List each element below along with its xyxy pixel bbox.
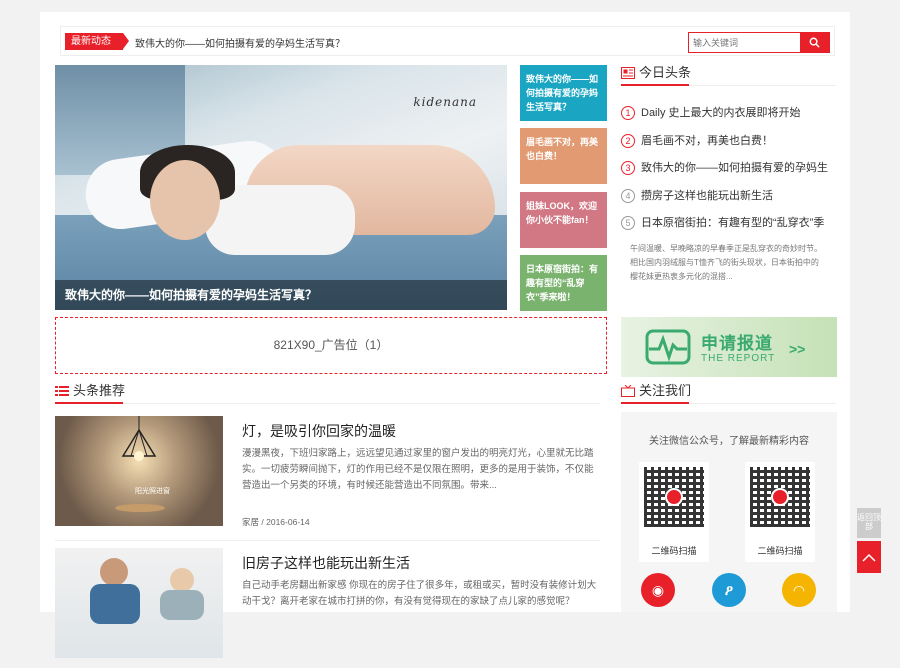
list-item[interactable]: 3 致伟大的你——如何拍摄有爱的孕妈生 xyxy=(621,160,836,188)
hero-figure-face xyxy=(150,160,220,240)
list-item-label: 眉毛画不对，再美也白费！ xyxy=(641,134,773,147)
hero-caption[interactable]: 致伟大的你——如何拍摄有爱的孕妈生活写真？ xyxy=(55,280,507,310)
article-excerpt: 自己动手老房翻出新家感 你现在的房子住了很多年，或租或买，暂时没有装修计划大动干… xyxy=(242,580,597,607)
report-subtitle: THE REPORT xyxy=(701,353,776,364)
hot-news-list: 1 Daily 史上最大的内衣展即将开始 2 眉毛画不对，再美也白费！ 3 致伟大的你… xyxy=(621,105,836,243)
search-button[interactable] xyxy=(800,33,829,52)
article-meta: 家居 / 2016-06-14 xyxy=(242,516,310,528)
latest-news-link[interactable]: 致伟大的你——如何拍摄有爱的孕妈生活写真？ xyxy=(135,35,345,50)
qr-logo-icon xyxy=(771,488,789,506)
hot-news-underline xyxy=(621,84,689,86)
article-card[interactable]: 旧房子这样也能玩出新生活 自己动手老房翻出新家感 你现在的房子住了很多年，或租或… xyxy=(55,548,600,668)
hero-slide[interactable]: kidenana 致伟大的你——如何拍摄有爱的孕妈生活写真？ xyxy=(55,65,507,310)
list-item-label: 攒房子这样也能玩出新生活 xyxy=(641,189,773,202)
report-arrow: >> xyxy=(789,341,806,357)
thumbnail-table xyxy=(115,504,165,512)
list-item[interactable]: 5 日本原宿街拍：有趣有型的“乱穿衣”季 xyxy=(621,215,836,243)
article-divider xyxy=(55,540,600,541)
tile-1[interactable]: 致伟大的你——如何拍摄有爱的孕妈生活写真？ xyxy=(520,65,607,121)
list-item-label: 致伟大的你——如何拍摄有爱的孕妈生 xyxy=(641,162,828,174)
recommend-title: 头条推荐 xyxy=(73,383,126,398)
tencent-weibo-icon[interactable]: ዖ xyxy=(712,573,746,607)
back-to-top-button[interactable] xyxy=(857,541,881,573)
page-container: 最新动态 致伟大的你——如何拍摄有爱的孕妈生活写真？ kidenana 致伟大的… xyxy=(40,12,850,658)
qr-caption: 二维码扫描 xyxy=(757,546,803,556)
hero-signature: kidenana xyxy=(413,95,477,109)
hot-news-title: 今日头条 xyxy=(639,65,692,80)
list-item-label: 日本原宿街拍：有趣有型的“乱穿衣”季 xyxy=(641,217,825,229)
chevron-up-icon xyxy=(862,553,876,562)
article-title[interactable]: 灯，是吸引你回家的温暖 xyxy=(242,421,396,441)
article-title[interactable]: 旧房子这样也能玩出新生活 xyxy=(242,553,410,573)
tile-2[interactable]: 眉毛画不对，再美也白费！ xyxy=(520,128,607,184)
article-thumbnail[interactable] xyxy=(55,548,223,658)
search-input[interactable] xyxy=(689,33,800,52)
thumbnail-person-head-2 xyxy=(170,568,194,592)
tile-4[interactable]: 日本原宿街拍：有趣有型的“乱穿衣”季来啦！ xyxy=(520,255,607,311)
news-bar: 最新动态 致伟大的你——如何拍摄有爱的孕妈生活写真？ xyxy=(60,26,835,56)
thumbnail-person-head xyxy=(100,558,128,586)
search-box xyxy=(688,32,830,53)
list-item-label: Daily 史上最大的内衣展即将开始 xyxy=(641,107,801,119)
recommend-header: 头条推荐 xyxy=(55,382,600,404)
list-item[interactable]: 2 眉毛画不对，再美也白费！ xyxy=(621,133,836,161)
weibo-icon[interactable]: ◉ xyxy=(641,573,675,607)
qr-logo-icon xyxy=(665,488,683,506)
follow-title: 关注我们 xyxy=(639,383,692,398)
rank-number: 2 xyxy=(621,133,635,148)
qr-code-2[interactable]: 二维码扫描 xyxy=(745,462,815,562)
tile-3[interactable]: 姐妹LOOK，欢迎你小伙不能fan！ xyxy=(520,192,607,248)
rank-number: 1 xyxy=(621,106,635,120)
hot-news-header: 今日头条 xyxy=(621,64,836,86)
article-category[interactable]: 家居 xyxy=(242,517,259,527)
search-icon xyxy=(809,37,820,48)
article-thumbnail[interactable]: 阳光照进窗 xyxy=(55,416,223,526)
thumbnail-person-body xyxy=(90,584,140,624)
recommend-underline xyxy=(55,402,123,404)
hot-news-summary: 午间温暖、早晚略凉的早春季正是乱穿衣的奇妙时节。相比国内羽绒服与T恤齐飞的街头现… xyxy=(630,244,822,281)
report-banner[interactable]: 申请报道 THE REPORT >> xyxy=(621,317,837,377)
follow-panel: 关注微信公众号，了解最新精彩内容 二维码扫描 二维码扫描 ◉ ዖ ◠ xyxy=(621,412,837,612)
qr-code-1[interactable]: 二维码扫描 xyxy=(639,462,709,562)
lamp-icon xyxy=(121,416,157,461)
rank-number: 3 xyxy=(621,161,635,175)
latest-news-tag: 最新动态 xyxy=(65,33,129,50)
article-excerpt: 漫漫黑夜，下班归家路上，远远望见通过家里的窗户发出的明亮灯光，心里就无比踏实。一… xyxy=(242,448,594,491)
rank-number: 4 xyxy=(621,188,635,203)
list-item[interactable]: 4 攒房子这样也能玩出新生活 xyxy=(621,188,836,216)
report-title: 申请报道 xyxy=(701,334,773,353)
float-side-button[interactable]: 返回顶部 xyxy=(857,508,881,538)
rss-icon[interactable]: ◠ xyxy=(782,573,816,607)
article-date: 2016-06-14 xyxy=(266,517,310,527)
ad-slot[interactable]: 821X90_广告位（1） xyxy=(55,317,607,374)
thumbnail-person-body-2 xyxy=(160,590,204,620)
rank-number: 5 xyxy=(621,216,635,230)
article-card[interactable]: 阳光照进窗 灯，是吸引你回家的温暖 漫漫黑夜，下班归家路上，远远望见通过家里的窗… xyxy=(55,416,600,536)
report-pulse-icon xyxy=(645,329,691,365)
follow-text: 关注微信公众号，了解最新精彩内容 xyxy=(649,436,809,447)
list-item[interactable]: 1 Daily 史上最大的内衣展即将开始 xyxy=(621,105,836,133)
qr-caption: 二维码扫描 xyxy=(651,546,697,556)
thumbnail-caption: 阳光照进窗 xyxy=(135,488,170,495)
follow-header: 关注我们 xyxy=(621,382,836,404)
follow-underline xyxy=(621,402,689,404)
